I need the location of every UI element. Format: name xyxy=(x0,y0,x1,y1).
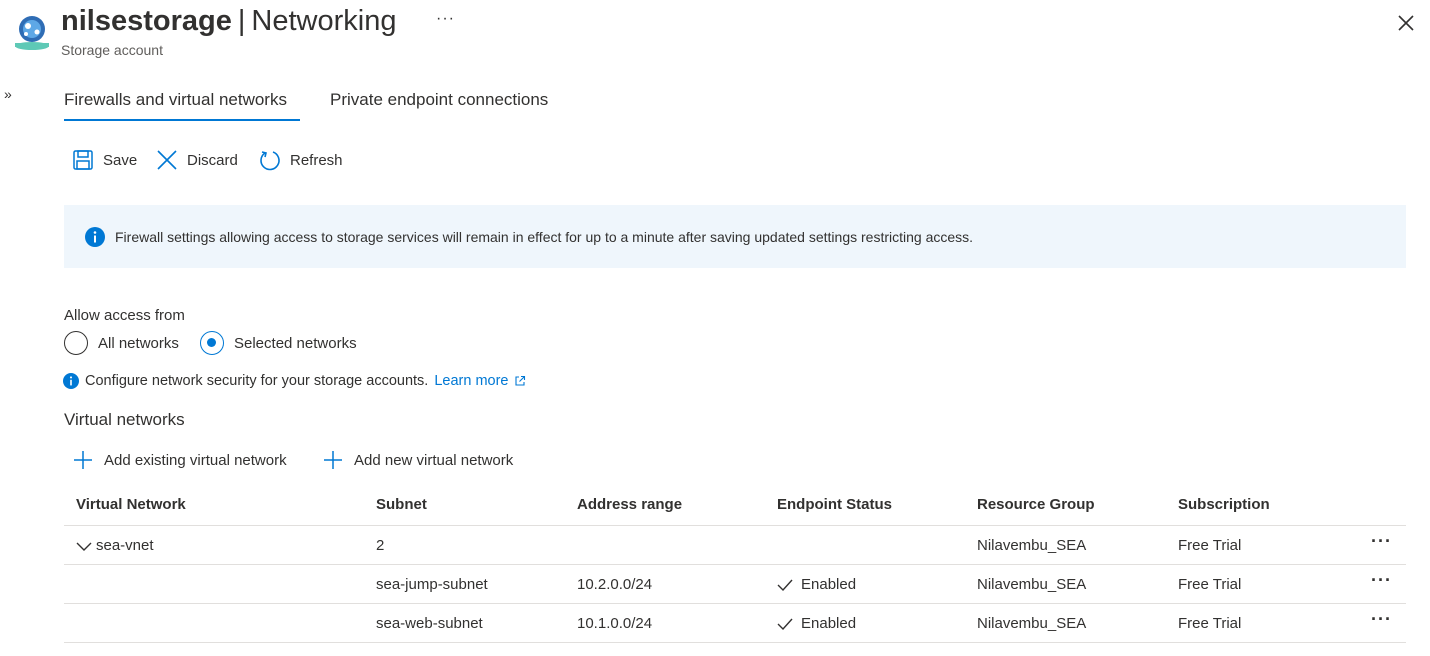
title-separator: | xyxy=(237,5,246,37)
col-header-address-range[interactable]: Address range xyxy=(577,496,682,513)
page-title: nilsestorage | Networking xyxy=(61,4,396,38)
tab-firewalls[interactable]: Firewalls and virtual networks xyxy=(64,90,287,110)
info-icon xyxy=(63,373,79,389)
radio-circle xyxy=(64,331,88,355)
cell-subnet: sea-jump-subnet xyxy=(376,576,488,593)
refresh-button[interactable]: Refresh xyxy=(259,146,343,174)
learn-more-label: Learn more xyxy=(434,373,509,389)
discard-button[interactable]: Discard xyxy=(156,146,238,174)
config-text: Configure network security for your stor… xyxy=(85,373,429,389)
vnet-table: Virtual Network Subnet Address range End… xyxy=(64,486,1406,643)
table-row[interactable]: sea-web-subnet 10.1.0.0/24 Enabled Nilav… xyxy=(64,604,1406,643)
cell-vnet: sea-vnet xyxy=(76,537,154,554)
cell-subnet: sea-web-subnet xyxy=(376,615,483,632)
vnet-name: sea-vnet xyxy=(96,537,154,554)
cell-endpoint-status: Enabled xyxy=(777,576,856,593)
row-more-button[interactable]: ··· xyxy=(1371,609,1392,630)
cell-address-range: 10.1.0.0/24 xyxy=(577,615,653,632)
add-new-vnet-button[interactable]: Add new virtual network xyxy=(322,449,513,471)
plus-icon xyxy=(324,451,342,469)
cell-address-range: 10.2.0.0/24 xyxy=(577,576,653,593)
cell-subnet: 2 xyxy=(376,537,385,554)
checkmark-icon xyxy=(777,579,793,591)
radio-selected-networks[interactable]: Selected networks xyxy=(200,331,357,355)
active-tab-indicator xyxy=(64,119,300,121)
cell-resource-group: Nilavembu_SEA xyxy=(977,615,1087,632)
save-label: Save xyxy=(103,151,138,169)
close-icon[interactable] xyxy=(1394,11,1418,35)
save-icon xyxy=(73,150,93,170)
endpoint-status-text: Enabled xyxy=(801,615,857,632)
col-header-endpoint-status[interactable]: Endpoint Status xyxy=(777,496,892,513)
discard-icon xyxy=(157,150,177,170)
blade-header: nilsestorage | Networking Storage account … xyxy=(0,0,1430,70)
radio-all-networks[interactable]: All networks xyxy=(64,331,179,355)
config-info: Configure network security for your stor… xyxy=(63,373,526,389)
radio-selected-networks-label: Selected networks xyxy=(234,334,357,352)
col-header-subnet[interactable]: Subnet xyxy=(376,496,427,513)
checkmark-icon xyxy=(777,618,793,630)
cell-subscription: Free Trial xyxy=(1178,576,1242,593)
info-banner: Firewall settings allowing access to sto… xyxy=(64,205,1406,268)
blade-name: Networking xyxy=(251,5,397,37)
cell-subscription: Free Trial xyxy=(1178,615,1242,632)
table-header: Virtual Network Subnet Address range End… xyxy=(64,486,1406,526)
cell-subscription: Free Trial xyxy=(1178,537,1242,554)
chevron-down-icon[interactable] xyxy=(76,540,92,552)
radio-all-networks-label: All networks xyxy=(98,334,179,352)
radio-circle-selected xyxy=(200,331,224,355)
add-new-vnet-label: Add new virtual network xyxy=(354,451,514,469)
page-subtitle: Storage account xyxy=(61,42,163,58)
allow-access-label: Allow access from xyxy=(64,307,185,324)
table-row[interactable]: sea-vnet 2 Nilavembu_SEA Free Trial ··· xyxy=(64,526,1406,565)
add-existing-vnet-label: Add existing virtual network xyxy=(104,451,287,469)
expand-menu-button[interactable]: » xyxy=(4,86,12,102)
table-row[interactable]: sea-jump-subnet 10.2.0.0/24 Enabled Nila… xyxy=(64,565,1406,604)
cell-resource-group: Nilavembu_SEA xyxy=(977,576,1087,593)
info-icon xyxy=(85,227,105,247)
refresh-label: Refresh xyxy=(290,151,343,169)
cell-endpoint-status: Enabled xyxy=(777,615,856,632)
row-more-button[interactable]: ··· xyxy=(1371,531,1392,552)
virtual-networks-heading: Virtual networks xyxy=(64,410,185,429)
col-header-subscription[interactable]: Subscription xyxy=(1178,496,1270,513)
plus-icon xyxy=(74,451,92,469)
tab-private-endpoints[interactable]: Private endpoint connections xyxy=(330,90,548,110)
row-more-button[interactable]: ··· xyxy=(1371,570,1392,591)
learn-more-link[interactable]: Learn more xyxy=(434,373,526,389)
more-options-button[interactable]: ··· xyxy=(436,10,455,28)
refresh-icon xyxy=(260,151,280,171)
col-header-virtual-network[interactable]: Virtual Network xyxy=(76,496,186,513)
save-button[interactable]: Save xyxy=(72,146,137,174)
add-existing-vnet-button[interactable]: Add existing virtual network xyxy=(72,449,287,471)
info-banner-text: Firewall settings allowing access to sto… xyxy=(115,229,974,245)
col-header-resource-group[interactable]: Resource Group xyxy=(977,496,1095,513)
discard-label: Discard xyxy=(187,151,238,169)
title-block: nilsestorage | Networking Storage account xyxy=(61,4,396,58)
external-link-icon xyxy=(515,375,526,386)
cell-resource-group: Nilavembu_SEA xyxy=(977,537,1087,554)
resource-name: nilsestorage xyxy=(61,5,232,37)
storage-account-icon xyxy=(15,16,49,50)
endpoint-status-text: Enabled xyxy=(801,576,857,593)
